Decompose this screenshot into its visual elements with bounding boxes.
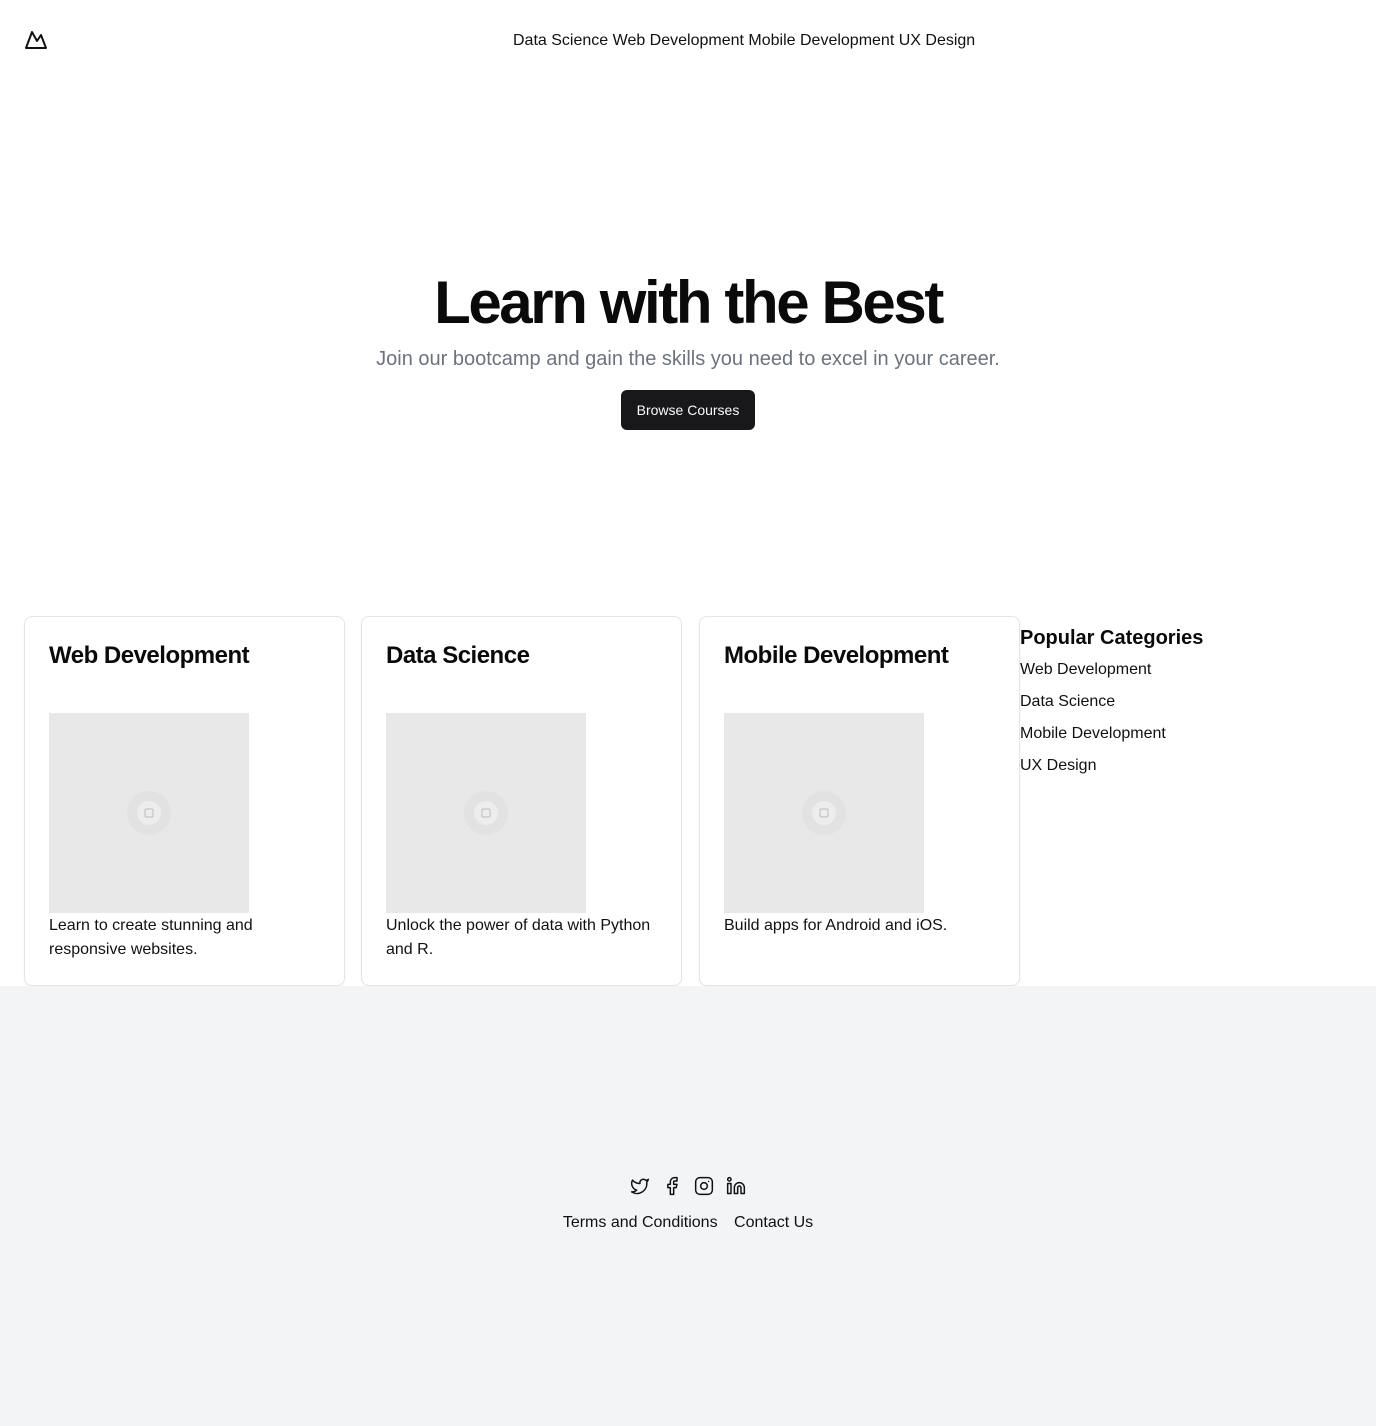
category-item-web-development[interactable]: Web Development	[1020, 660, 1350, 692]
course-title: Mobile Development	[724, 642, 949, 669]
course-image	[49, 713, 249, 913]
page-footer: Terms and Conditions Contact Us	[0, 986, 1376, 1426]
social-links	[630, 1176, 746, 1196]
instagram-icon[interactable]	[694, 1176, 714, 1196]
mountain-icon[interactable]	[24, 28, 48, 52]
course-image	[724, 713, 924, 913]
course-card-web-development[interactable]: Web Development Learn to create stunning…	[24, 616, 345, 986]
hero-title: Learn with the Best	[434, 269, 944, 336]
image-placeholder-icon	[464, 791, 508, 835]
course-description: Learn to create stunning and responsive …	[49, 917, 253, 958]
contact-link[interactable]: Contact Us	[734, 1214, 813, 1231]
course-card-data-science[interactable]: Data Science Unlock the power of data wi…	[361, 616, 682, 986]
sidebar-heading: Popular Categories	[1020, 627, 1204, 649]
course-description: Unlock the power of data with Python and…	[386, 917, 651, 958]
facebook-icon[interactable]	[662, 1176, 682, 1196]
popular-categories: Popular Categories Web Development Data …	[1020, 626, 1350, 788]
footer-links: Terms and Conditions Contact Us	[0, 1213, 1376, 1233]
browse-courses-button[interactable]: Browse Courses	[620, 390, 756, 430]
nav-link-web-development[interactable]: Web Development	[613, 32, 744, 49]
course-description: Build apps for Android and iOS.	[724, 917, 948, 934]
top-navbar: Data Science Web Development Mobile Deve…	[0, 0, 1376, 80]
category-item-mobile-development[interactable]: Mobile Development	[1020, 724, 1350, 756]
course-title: Data Science	[386, 642, 530, 669]
nav-link-mobile-development[interactable]: Mobile Development	[748, 32, 894, 49]
nav-link-data-science[interactable]: Data Science	[513, 32, 608, 49]
course-card-mobile-development[interactable]: Mobile Development Build apps for Androi…	[699, 616, 1020, 986]
twitter-icon[interactable]	[630, 1176, 650, 1196]
image-placeholder-icon	[802, 791, 846, 835]
category-item-data-science[interactable]: Data Science	[1020, 692, 1350, 724]
hero-section: Learn with the Best Join our bootcamp an…	[0, 270, 1376, 430]
nav-link-ux-design[interactable]: UX Design	[899, 32, 975, 49]
course-image	[386, 713, 586, 913]
hero-subtitle: Join our bootcamp and gain the skills yo…	[376, 348, 1000, 370]
terms-link[interactable]: Terms and Conditions	[563, 1214, 718, 1231]
main-nav: Data Science Web Development Mobile Deve…	[513, 31, 975, 51]
category-item-ux-design[interactable]: UX Design	[1020, 756, 1350, 788]
linkedin-icon[interactable]	[726, 1176, 746, 1196]
category-list: Web Development Data Science Mobile Deve…	[1020, 660, 1350, 788]
course-title: Web Development	[49, 642, 250, 669]
image-placeholder-icon	[127, 791, 171, 835]
